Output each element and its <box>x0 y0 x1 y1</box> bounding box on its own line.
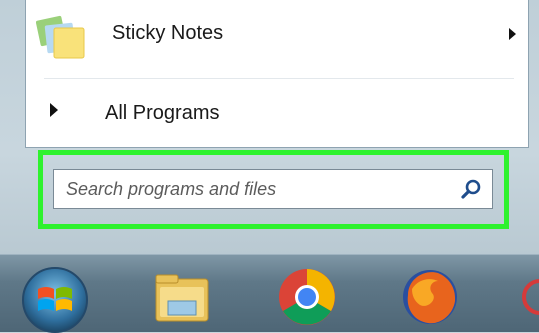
arrow-right-icon <box>50 103 58 117</box>
start-menu: Sticky Notes All Programs <box>0 0 539 254</box>
menu-divider <box>44 78 514 79</box>
file-explorer-icon[interactable] <box>150 265 214 329</box>
search-input[interactable] <box>54 171 458 207</box>
menu-item-sticky-notes[interactable]: Sticky Notes <box>32 8 516 62</box>
chrome-icon[interactable] <box>275 265 339 329</box>
taskbar <box>0 254 539 333</box>
windows-start-orb[interactable] <box>20 263 90 333</box>
all-programs-label: All Programs <box>105 102 220 124</box>
submenu-arrow-icon[interactable] <box>509 28 516 40</box>
sticky-notes-label: Sticky Notes <box>112 22 224 44</box>
programs-pane: Sticky Notes All Programs <box>25 0 529 148</box>
firefox-icon[interactable] <box>398 265 462 329</box>
all-programs-button[interactable]: All Programs <box>32 90 516 134</box>
partial-app-icon[interactable] <box>522 265 539 329</box>
search-icon[interactable] <box>460 179 482 201</box>
search-box[interactable] <box>53 169 493 209</box>
sticky-notes-icon <box>36 15 85 59</box>
